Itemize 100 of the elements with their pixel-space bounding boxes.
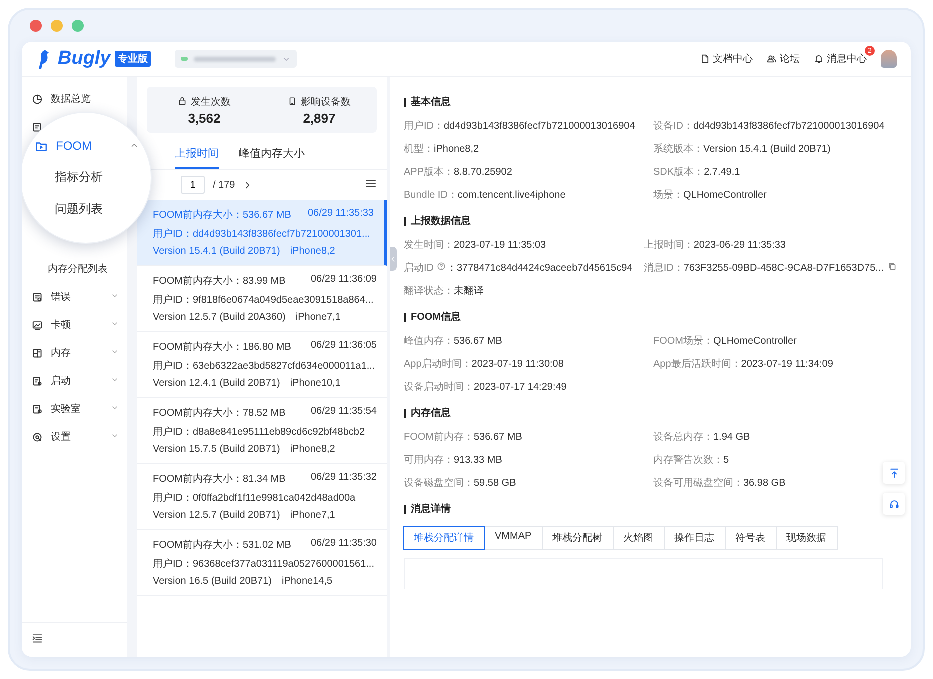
field-value: 2023-07-19 11:34:09 [741,358,834,370]
field-value: 2023-07-19 11:35:03 [454,240,546,250]
detail-tab[interactable]: 堆栈分配详情 [403,526,485,550]
section-title: FOOM信息 [411,310,461,324]
field-value: iPhone8,2 [434,144,480,154]
page-total: / 179 [213,180,236,190]
section-title: 内存信息 [411,406,451,420]
sidebar-group[interactable]: 设置 [22,423,127,451]
sidebar-group[interactable]: 错误 [22,283,127,311]
detail-tab[interactable]: 操作日志 [664,526,726,550]
device-model: iPhone7,1 [290,510,336,521]
field-label: 启动ID [404,262,434,275]
header-link[interactable]: 文档中心 [700,52,753,66]
field-value: 36.98 GB [744,478,786,488]
page-input[interactable]: 1 [181,176,205,194]
field-value: 2023-07-17 14:29:49 [474,382,567,392]
field-label: 设备启动时间： [404,380,474,394]
os-version: Version 12.5.7 (Build 20B71) [153,510,280,521]
field-label: 峰值内存： [404,334,454,348]
field-label: 设备总内存： [654,430,714,444]
sidebar-group[interactable]: 卡顿 [22,311,127,339]
detail-tab[interactable]: 堆栈分配树 [542,526,614,550]
app-selector[interactable] [174,50,297,68]
pie-chart-icon [32,94,43,104]
stat-label: 发生次数 [191,96,231,108]
field-label: 系统版本： [654,142,704,156]
user-id: 用户ID：9f818f6e0674a049d5eae3091518a864... [153,294,375,307]
collapse-handle[interactable] [390,247,397,271]
sidebar-subitem[interactable]: 内存分配列表 [22,255,127,283]
field-label: 机型： [404,142,434,156]
report-item[interactable]: FOOM前内存大小：83.99 MB 06/29 11:36:09 用户ID：9f818f6e0674a049d5eae3091518a864... Version 12.5.7 (Build 20A360) iPhone7,1 [137,266,387,332]
header-link[interactable]: 论坛 [767,52,800,66]
device-model: iPhone8,2 [290,444,336,455]
sidebar-group[interactable]: 内存 [22,339,127,367]
section-title: 消息详情 [411,502,451,516]
stat-value: 3,562 [188,110,221,126]
sort-tab[interactable]: 峰值内存大小 [239,139,305,169]
logo-text: Bugly [58,48,111,70]
sidebar-subitem[interactable]: 指标分析 [35,161,151,193]
window-control[interactable] [72,20,84,32]
detail-tab[interactable]: 现场数据 [776,526,838,550]
user-id: 用户ID：0f0ffa2bdf1f11e9981ca042d48ad00a [153,492,357,505]
next-page-icon [243,180,252,190]
report-item[interactable]: FOOM前内存大小：186.80 MB 06/29 11:36:05 用户ID：63eb6322ae3bd5827cfd634e000011a1... Version 12.4.1 (Build 20B71) iPhone10,1 [137,332,387,398]
field-label: App最后活跃时间： [654,358,742,371]
field-value: ：3778471c84d4424c9aceeb7d45615c94 [447,262,633,275]
os-version: Version 15.7.5 (Build 20B71) [153,444,280,455]
field-value: 763F3255-09BD-458C-9CA8-D7F1653D75... [684,262,884,274]
os-version: Version 15.4.1 (Build 20B71) [153,246,280,257]
device-model: iPhone10,1 [290,378,341,389]
field-label: FOOM场景： [654,334,714,348]
sidebar-group[interactable]: 启动 [22,367,127,395]
field-value: 1.94 GB [714,432,750,442]
field-value: 5 [724,454,730,466]
sidebar-group[interactable]: 实验室 [22,395,127,423]
sidebar-item[interactable]: 数据总览 [22,85,127,113]
field-value: com.tencent.live4iphone [458,190,566,200]
sidebar-group[interactable]: FOOM [35,131,151,161]
window-control[interactable] [51,20,63,32]
report-item[interactable]: FOOM前内存大小：531.02 MB 06/29 11:35:30 用户ID：96368cef377a031119a0527600001561... Version 16.5 (Build 20B71) iPhone14,5 [137,530,387,596]
section-title: 上报数据信息 [411,214,471,228]
os-version: Version 12.5.7 (Build 20A360) [153,312,286,323]
support-button[interactable] [883,493,905,515]
arrow-up-icon [888,468,900,478]
monitor-icon [32,320,43,330]
collapse-menu-icon [32,633,43,644]
detail-tab[interactable]: VMMAP [484,526,543,550]
user-id: 用户ID：63eb6322ae3bd5827cfd634e000011a1... [153,360,376,373]
header-link[interactable]: 消息中心 [814,52,867,66]
headset-icon [888,498,900,510]
help-icon [437,262,446,271]
detail-tab[interactable]: 火焰图 [612,526,665,550]
detail-tab[interactable]: 符号表 [724,526,777,550]
memory-size: FOOM前内存大小：536.67 MB [153,208,292,222]
field-label: 内存警告次数： [654,454,724,467]
device-model: iPhone14,5 [282,576,333,587]
back-to-top-button[interactable] [883,462,905,484]
field-label: 上报时间： [644,238,694,252]
user-id: 用户ID：96368cef377a031119a0527600001561... [153,558,376,571]
field-label: 设备可用磁盘空间： [654,476,744,490]
copy-icon [888,262,897,271]
field-label: 发生时间： [404,238,454,252]
section-title: 基本信息 [411,96,451,109]
report-time: 06/29 11:35:32 [311,472,377,485]
report-item[interactable]: FOOM前内存大小：536.67 MB 06/29 11:35:33 用户ID：dd4d93b143f8386fecf7b72100001301... Version 15.4.1 (Build 20B71) iPhone8,2 [137,200,387,266]
report-icon [32,292,43,302]
field-value: 8.8.70.25902 [454,166,512,178]
avatar[interactable] [881,50,897,68]
report-item[interactable]: FOOM前内存大小：81.34 MB 06/29 11:35:32 用户ID：0f0ffa2bdf1f11e9981ca042d48ad00a Version 12.5.7 (Build 20B71) iPhone7,1 [137,464,387,530]
report-time: 06/29 11:35:54 [311,406,377,419]
field-value: 59.58 GB [474,478,516,488]
window-control[interactable] [30,20,42,32]
device-model: iPhone7,1 [296,312,341,323]
field-value: 2023-06-29 11:35:33 [694,240,786,250]
report-time: 06/29 11:35:33 [308,208,374,221]
user-id: 用户ID：dd4d93b143f8386fecf7b72100001301... [153,228,372,241]
sort-tab[interactable]: 上报时间 [175,139,219,169]
stat-value: 2,897 [303,110,336,126]
report-item[interactable]: FOOM前内存大小：78.52 MB 06/29 11:35:54 用户ID：d8a8e841e95111eb89cd6c92bf48bcb2 Version 15.7.5 (Build 20B71) iPhone8,2 [137,398,387,464]
field-value: QLHomeController [714,336,797,346]
